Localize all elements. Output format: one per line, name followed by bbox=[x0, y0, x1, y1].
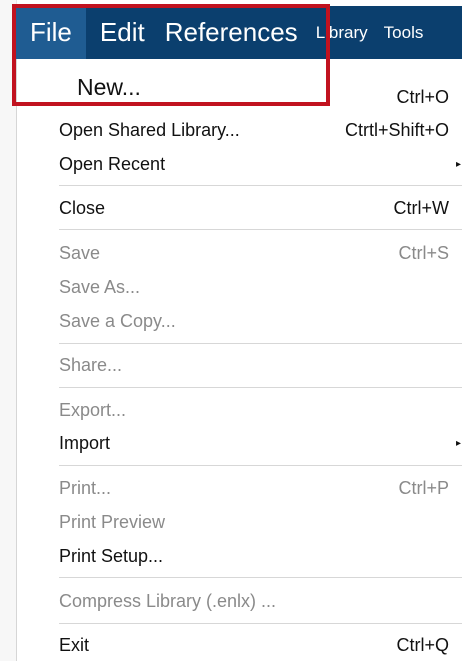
menu-item-label: Close bbox=[59, 198, 106, 218]
menu-item-save-as[interactable]: Save As... bbox=[17, 271, 462, 304]
menu-item-exit[interactable]: Exit Ctrl+Q bbox=[17, 629, 462, 661]
menu-separator bbox=[59, 185, 462, 186]
menu-item-shortcut: Ctrl+Q bbox=[396, 635, 449, 655]
menu-separator bbox=[59, 343, 462, 344]
menu-item-label: Print Setup... bbox=[59, 546, 164, 566]
menu-item-label: Print... bbox=[59, 478, 112, 498]
menu-item-label: Export... bbox=[59, 400, 127, 420]
menu-item-print[interactable]: Print... Ctrl+P bbox=[17, 472, 462, 505]
menu-library[interactable]: Library bbox=[308, 6, 376, 59]
menu-item-print-setup[interactable]: Print Setup... bbox=[17, 540, 462, 573]
menu-item-label: Save bbox=[59, 243, 101, 263]
submenu-arrow-icon: ▸ bbox=[455, 159, 461, 170]
menu-item-label: Save As... bbox=[59, 277, 141, 297]
menu-item-shortcut: Ctrl+W bbox=[393, 198, 450, 218]
menu-item-label: Open Recent bbox=[59, 154, 166, 174]
menu-item-label: Import bbox=[59, 433, 111, 453]
menu-item-label: Save a Copy... bbox=[59, 311, 176, 331]
menu-item-label: Print Preview bbox=[59, 512, 166, 532]
menu-item-export[interactable]: Export... bbox=[17, 394, 462, 427]
menu-item-label: Open Shared Library... bbox=[59, 120, 240, 140]
menu-item-open[interactable]: Ctrl+O bbox=[17, 81, 462, 114]
menu-item-share[interactable]: Share... bbox=[17, 349, 462, 382]
menu-item-save-a-copy[interactable]: Save a Copy... bbox=[17, 305, 462, 338]
menu-item-label: Compress Library (.enlx) ... bbox=[59, 591, 277, 611]
menu-tools[interactable]: Tools bbox=[376, 6, 424, 59]
menu-item-shortcut: Ctrl+O bbox=[396, 87, 449, 107]
app-window: File Edit References Library Tools New..… bbox=[0, 0, 462, 661]
menu-item-save[interactable]: Save Ctrl+S bbox=[17, 237, 462, 270]
menu-edit[interactable]: Edit bbox=[90, 6, 155, 59]
menu-item-close[interactable]: Close Ctrl+W bbox=[17, 192, 462, 225]
file-dropdown-menu: New... Ctrl+O Open Shared Library... Ctr… bbox=[16, 59, 462, 661]
submenu-arrow-icon: ▸ bbox=[455, 438, 461, 449]
menu-separator bbox=[59, 577, 462, 578]
menu-item-compress-library[interactable]: Compress Library (.enlx) ... bbox=[17, 585, 462, 618]
menu-references[interactable]: References bbox=[155, 6, 308, 59]
menu-item-shortcut: Ctrtl+Shift+O bbox=[344, 120, 449, 140]
menu-item-open-shared-library[interactable]: Open Shared Library... Ctrtl+Shift+O bbox=[17, 114, 462, 147]
menu-separator bbox=[59, 465, 462, 466]
menu-item-label: Exit bbox=[59, 635, 90, 655]
menu-item-shortcut: Ctrl+P bbox=[398, 478, 449, 498]
menu-item-print-preview[interactable]: Print Preview bbox=[17, 506, 462, 539]
menu-separator bbox=[59, 387, 462, 388]
menu-item-import[interactable]: Import ▸ bbox=[17, 427, 462, 460]
menu-separator bbox=[59, 623, 462, 624]
menu-bar: File Edit References Library Tools bbox=[16, 6, 462, 59]
menu-item-label: Share... bbox=[59, 355, 123, 375]
menu-separator bbox=[59, 229, 462, 230]
menu-item-shortcut: Ctrl+S bbox=[398, 243, 449, 263]
window-edge bbox=[0, 0, 17, 661]
menu-file[interactable]: File bbox=[16, 6, 86, 59]
menu-item-open-recent[interactable]: Open Recent ▸ bbox=[17, 148, 462, 181]
